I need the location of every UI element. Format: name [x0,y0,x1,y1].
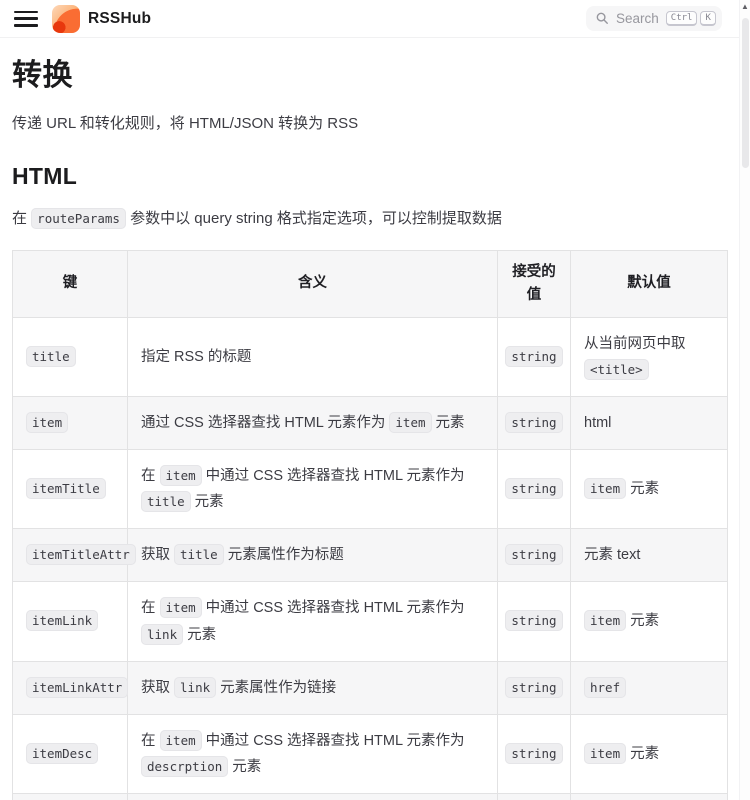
inline-code: itemLink [26,610,98,631]
page-subtitle: 传递 URL 和转化规则，将 HTML/JSON 转换为 RSS [12,112,726,133]
cell-default-value: html [571,397,728,450]
table-row: title 指定 RSS 的标题 string 从当前网页中取 <title> [13,317,728,396]
inline-code: link [174,677,216,698]
cell-meaning: 指定 RSS 的标题 [128,317,498,396]
inline-code: string [505,677,562,698]
cell-meaning: 获取 title 元素属性作为标题 [128,529,498,582]
brand-name: RSSHub [88,10,151,28]
cell-accepted-value: string [498,317,571,396]
page-title: 转换 [12,50,726,94]
table-row: itemLinkAttr获取 link 元素属性作为链接 string href [13,661,728,714]
table-row: itemDesc 在 item 中通过 CSS 选择器查找 HTML 元素作为 d… [13,714,728,793]
inline-code: item [584,610,626,631]
cell-meaning: 在 item 中通过 CSS 选择器查找 HTML 元素作为 link 元素 [128,582,498,661]
cell-accepted-value: string [498,714,571,793]
table-row: itemLink 在 item 中通过 CSS 选择器查找 HTML 元素作为 l… [13,582,728,661]
inline-code: <title> [584,359,649,380]
rsshub-logo-icon [52,5,80,33]
cell-default-value: 元素 text [571,529,728,582]
column-header: 含义 [128,250,498,317]
cell-meaning: 在 item 中通过 CSS 选择器查找 HTML 元素作为 title 元素 [128,450,498,529]
inline-code: itemLinkAttr [26,677,128,698]
search-box[interactable]: Search Ctrl K [586,6,722,32]
params-table: 键含义接受的值默认值 title 指定 RSS 的标题 string 从当前网页中取 … [12,250,728,800]
kbd-ctrl: Ctrl [666,11,698,27]
inline-code: item [584,478,626,499]
table-body: title 指定 RSS 的标题 string 从当前网页中取 <title> item… [13,317,728,800]
inline-code: string [505,478,562,499]
cell-default-value: 从当前网页中取 <title> [571,317,728,396]
doc-content: 转换 传递 URL 和转化规则，将 HTML/JSON 转换为 RSS HTML… [0,38,750,800]
cell-key: itemLinkAttr [13,661,128,714]
inline-code: item [26,412,68,433]
cell-accepted-value: string [498,793,571,800]
cell-default-value: href [571,661,728,714]
inline-code: href [584,677,626,698]
cell-default-value: item 元素 [571,450,728,529]
cell-meaning: 通过 CSS 选择器查找 HTML 元素作为 item 元素 [128,397,498,450]
inline-code: descrption [141,756,228,777]
kbd-k: K [700,11,715,27]
cell-meaning: 获取 descrption 元素属性作为描述 [128,793,498,800]
cell-meaning: 在 item 中通过 CSS 选择器查找 HTML 元素作为 descrptio… [128,714,498,793]
section-heading-html: HTML [12,163,726,190]
cell-default-value: item 元素 [571,714,728,793]
inline-code: item [160,465,202,486]
table-row: item通过 CSS 选择器查找 HTML 元素作为 item 元素string… [13,397,728,450]
column-header: 默认值 [571,250,728,317]
intro-paragraph: 在 routeParams 参数中以 query string 格式指定选项，可… [12,206,726,232]
cell-accepted-value: string [498,529,571,582]
cell-key: item [13,397,128,450]
scrollbar-thumb[interactable] [742,18,749,168]
cell-default-value: 元素 html [571,793,728,800]
brand-home-link[interactable]: RSSHub [52,5,151,33]
cell-accepted-value: string [498,582,571,661]
hamburger-icon [14,24,38,27]
cell-accepted-value: string [498,397,571,450]
inline-code: itemTitleAttr [26,544,136,565]
cell-key: itemTitle [13,450,128,529]
inline-code: item [160,597,202,618]
scrollbar[interactable]: ▲ [739,0,750,800]
inline-code: string [505,544,562,565]
column-header: 接受的值 [498,250,571,317]
hamburger-icon [14,17,38,20]
menu-button[interactable] [14,11,38,27]
inline-code: string [505,743,562,764]
hamburger-icon [14,11,38,14]
inline-code: title [174,544,224,565]
cell-meaning: 获取 link 元素属性作为链接 [128,661,498,714]
cell-key: itemDesc [13,714,128,793]
inline-code: link [141,624,183,645]
inline-code: string [505,412,562,433]
search-placeholder: Search [616,11,659,26]
cell-key: itemTitleAttr [13,529,128,582]
inline-code: string [505,346,562,367]
cell-key: title [13,317,128,396]
search-icon [595,11,609,25]
inline-code: itemDesc [26,743,98,764]
table-row: itemTitle 在 item 中通过 CSS 选择器查找 HTML 元素作为 … [13,450,728,529]
inline-code: routeParams [31,208,126,229]
inline-code: string [505,610,562,631]
inline-code: title [141,491,191,512]
inline-code: item [389,412,431,433]
cell-default-value: item 元素 [571,582,728,661]
table-header: 键含义接受的值默认值 [13,250,728,317]
cell-accepted-value: string [498,661,571,714]
inline-code: item [160,730,202,751]
cell-key: itemDescAttr [13,793,128,800]
inline-code: item [584,743,626,764]
search-shortcut: Ctrl K [666,11,716,27]
top-nav: RSSHub Search Ctrl K [0,0,750,38]
table-row: itemDescAttr获取 descrption 元素属性作为描述string… [13,793,728,800]
inline-code: title [26,346,76,367]
scroll-up-arrow-icon[interactable]: ▲ [741,3,749,11]
inline-code: itemTitle [26,478,106,499]
cell-accepted-value: string [498,450,571,529]
table-row: itemTitleAttr获取 title 元素属性作为标题 string 元素 t… [13,529,728,582]
cell-key: itemLink [13,582,128,661]
column-header: 键 [13,250,128,317]
